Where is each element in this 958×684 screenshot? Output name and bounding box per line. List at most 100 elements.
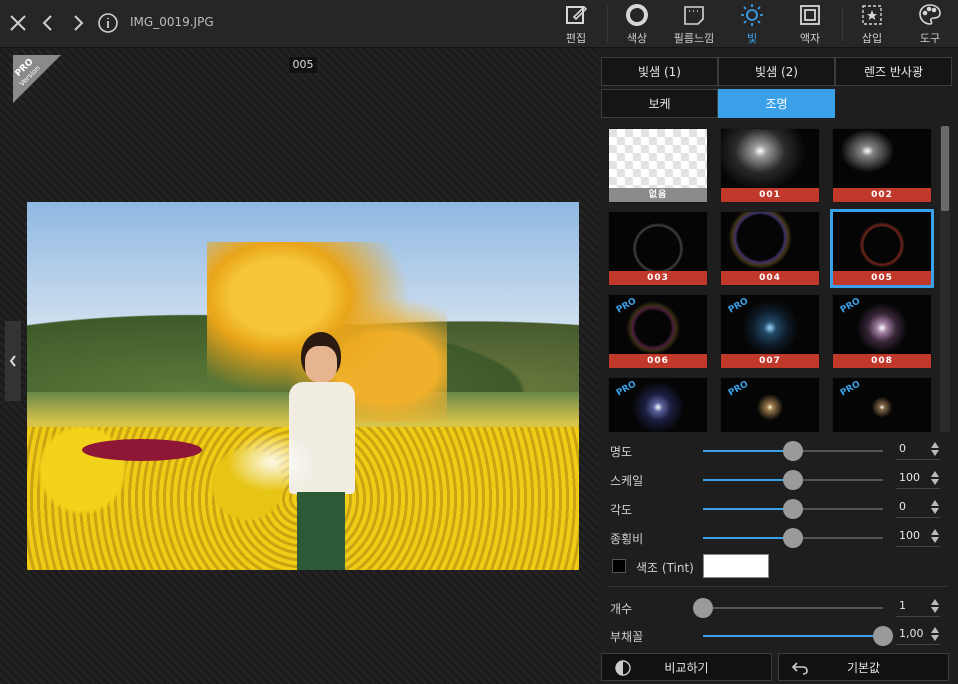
slider-value[interactable]: 100 — [899, 471, 929, 484]
slider-track[interactable] — [703, 441, 883, 461]
pro-tag: PRO — [614, 296, 639, 316]
spinner-arrows[interactable] — [930, 598, 940, 616]
tool-light[interactable]: 빛 — [726, 2, 778, 46]
slider-knob[interactable] — [693, 598, 713, 618]
tool-film[interactable]: 필름느낌 — [668, 2, 720, 46]
slider-row: 부채꼴 1,00 — [608, 622, 948, 650]
slider-row: 개수 1 — [608, 594, 948, 622]
tab-lens-flare[interactable]: 렌즈 반사광 — [835, 57, 952, 86]
effect-thumbnail[interactable]: 없음 — [608, 128, 708, 203]
spinner-arrows[interactable] — [930, 626, 940, 644]
slider-track[interactable] — [703, 499, 883, 519]
effects-panel: 빛샘 (1) 빛샘 (2) 렌즈 반사광 보케 조명 없음 001 002 003 00… — [598, 49, 958, 684]
spinner-arrows[interactable] — [930, 470, 940, 488]
spinner-arrows[interactable] — [930, 499, 940, 517]
effect-thumbnail[interactable]: PRO — [720, 377, 820, 432]
value-underline — [896, 488, 940, 489]
effect-thumbnail[interactable]: 005 — [830, 209, 934, 288]
thumbnail-scrollbar[interactable] — [940, 126, 950, 432]
pro-tag: PRO — [726, 296, 751, 316]
tool-edit[interactable]: 편집 — [550, 2, 602, 46]
image-canvas[interactable]: PRO Version 005 — [0, 49, 598, 684]
effect-thumbnail[interactable]: PRO 008 — [832, 294, 932, 369]
chevron-right-icon[interactable] — [64, 9, 92, 37]
slider-row: 각도 0 — [608, 495, 948, 523]
effect-thumbnail[interactable]: 002 — [832, 128, 932, 203]
pro-tag: PRO — [838, 379, 863, 399]
effect-thumbnail[interactable]: PRO — [608, 377, 708, 432]
slider-value[interactable]: 0 — [899, 442, 929, 455]
tool-color-label: 색상 — [626, 32, 648, 45]
slider-value[interactable]: 0 — [899, 500, 929, 513]
tint-color-swatch[interactable] — [703, 554, 769, 578]
tab-bokeh[interactable]: 보케 — [601, 89, 718, 118]
slider-label: 명도 — [610, 445, 633, 459]
tool-color[interactable]: 색상 — [611, 2, 663, 46]
tool-frame-label: 액자 — [799, 32, 821, 45]
slider-value[interactable]: 1 — [899, 599, 929, 612]
slider-label: 각도 — [610, 503, 633, 517]
spinner-arrows[interactable] — [930, 528, 940, 546]
slider-label: 부채꼴 — [610, 630, 644, 644]
effect-thumbnail[interactable]: PRO — [832, 377, 932, 432]
tab-light-leak-2[interactable]: 빛샘 (2) — [718, 57, 835, 86]
pro-version-badge: PRO Version — [13, 55, 61, 103]
effect-label: 005 — [289, 57, 317, 73]
slider-track[interactable] — [693, 598, 883, 618]
slider-knob[interactable] — [783, 470, 803, 490]
slider-fill — [703, 537, 793, 539]
slider-knob[interactable] — [783, 499, 803, 519]
thumbnail-caption: 001 — [721, 188, 819, 202]
tab-lighting[interactable]: 조명 — [718, 89, 835, 118]
light-icon — [741, 4, 763, 26]
chevron-left-icon — [9, 355, 16, 367]
tool-tools[interactable]: 도구 — [904, 2, 956, 46]
collapse-handle[interactable] — [5, 321, 21, 401]
effect-thumbnail[interactable]: 004 — [720, 211, 820, 286]
file-name: IMG_0019.JPG — [130, 15, 214, 29]
slider-value[interactable]: 100 — [899, 529, 929, 542]
chevron-left-icon[interactable] — [34, 9, 62, 37]
slider-track[interactable] — [703, 470, 883, 490]
effect-thumbnail[interactable]: 003 — [608, 211, 708, 286]
tool-frame[interactable]: 액자 — [784, 2, 836, 46]
undo-icon — [791, 662, 808, 675]
thumbnail-caption: 007 — [721, 354, 819, 368]
thumbnail-caption: 006 — [609, 354, 707, 368]
slider-knob[interactable] — [873, 626, 893, 646]
tint-checkbox[interactable] — [612, 559, 626, 573]
reset-button[interactable]: 기본값 — [778, 653, 949, 681]
tab-light-leak-1[interactable]: 빛샘 (1) — [601, 57, 718, 86]
thumbnail-caption: 004 — [721, 271, 819, 285]
effect-thumbnail[interactable]: PRO 007 — [720, 294, 820, 369]
info-icon[interactable] — [94, 9, 122, 37]
effect-thumbnail[interactable]: 001 — [720, 128, 820, 203]
tool-edit-label: 편집 — [565, 32, 587, 45]
tool-insert[interactable]: 삽입 — [846, 2, 898, 46]
photo-preview[interactable] — [27, 202, 579, 570]
slider-fill — [703, 508, 793, 510]
toolbar-divider — [842, 6, 843, 42]
edit-icon — [566, 5, 588, 24]
thumbnail-caption: 008 — [833, 354, 931, 368]
slider-track[interactable] — [703, 528, 883, 548]
compare-button[interactable]: 비교하기 — [601, 653, 772, 681]
slider-row: 명도 0 — [608, 437, 948, 465]
thumbnail-caption: 005 — [833, 271, 931, 285]
spinner-arrows[interactable] — [930, 441, 940, 459]
slider-knob[interactable] — [783, 528, 803, 548]
insert-icon — [862, 5, 882, 25]
close-icon[interactable] — [4, 9, 32, 37]
slider-knob[interactable] — [783, 441, 803, 461]
slider-track[interactable] — [703, 626, 893, 646]
tool-film-label: 필름느낌 — [673, 32, 715, 45]
pro-tag: PRO — [726, 379, 751, 399]
effect-thumbnail[interactable]: PRO 006 — [608, 294, 708, 369]
section-divider — [608, 586, 948, 587]
value-underline — [896, 517, 940, 518]
effect-thumbnail-grid: 없음 001 002 003 004 005 PRO 006 PRO 007 PRO 008 PRO PR… — [608, 128, 938, 432]
slider-fill — [703, 450, 793, 452]
scrollbar-thumb[interactable] — [941, 126, 949, 211]
slider-value[interactable]: 1,00 — [899, 627, 929, 640]
tab-row-primary: 빛샘 (1) 빛샘 (2) 렌즈 반사광 — [601, 57, 952, 86]
